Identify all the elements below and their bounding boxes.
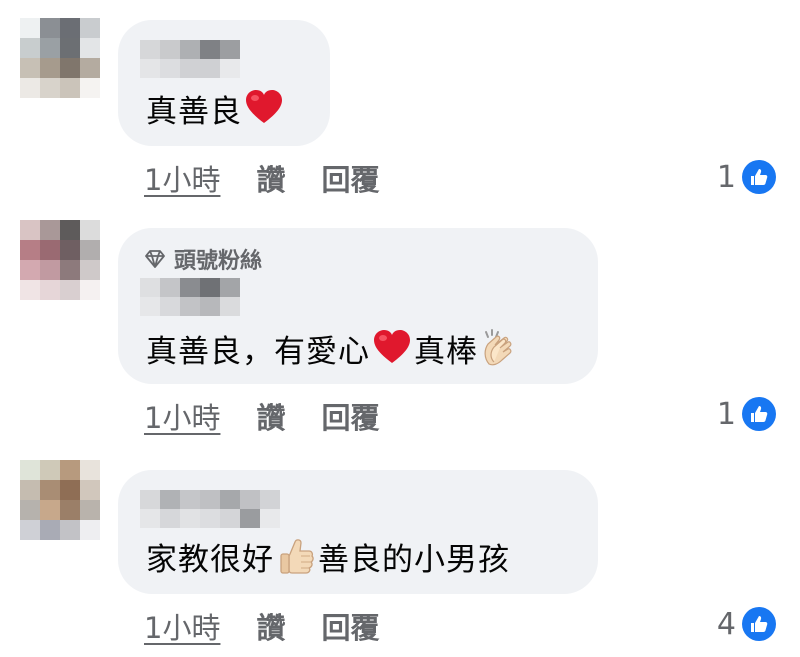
reaction-summary[interactable]: 1 — [717, 157, 776, 197]
author-name-blurred[interactable] — [140, 490, 280, 528]
reply-button[interactable]: 回覆 — [321, 157, 379, 199]
reply-button[interactable]: 回覆 — [321, 605, 379, 647]
top-fan-badge[interactable]: 頭號粉絲 — [144, 244, 262, 274]
comment-actions: 1小時 讚 回覆 — [144, 606, 379, 646]
like-button[interactable]: 讚 — [256, 157, 285, 199]
avatar[interactable] — [20, 220, 100, 300]
comment-text: 真善良，有愛心 真棒 — [146, 326, 522, 370]
thumbs-up-reaction-icon — [742, 160, 776, 194]
like-button[interactable]: 讚 — [256, 605, 285, 647]
clapping-hands-icon — [484, 329, 512, 366]
author-name-blurred[interactable] — [140, 278, 240, 316]
red-heart-icon — [246, 90, 282, 123]
reaction-count: 1 — [716, 159, 736, 195]
reaction-summary[interactable]: 4 — [717, 604, 776, 644]
comment-actions: 1小時 讚 回覆 — [144, 158, 379, 198]
thumbs-up-emoji-icon — [280, 539, 314, 574]
avatar[interactable] — [20, 460, 100, 540]
reaction-summary[interactable]: 1 — [717, 394, 776, 434]
thumbs-up-reaction-icon — [742, 397, 776, 431]
author-name-blurred[interactable] — [140, 40, 240, 78]
timestamp-link[interactable]: 1小時 — [144, 605, 220, 647]
reply-button[interactable]: 回覆 — [321, 395, 379, 437]
comment-actions: 1小時 讚 回覆 — [144, 396, 379, 436]
comment-bubble: 家教很好 善良的小男孩 — [118, 470, 598, 594]
diamond-icon — [145, 250, 165, 268]
comment-text: 真善良 — [146, 86, 286, 130]
comment-bubble: 頭號粉絲 真善良，有愛心 真棒 — [118, 228, 598, 384]
thumbs-up-reaction-icon — [742, 607, 776, 641]
timestamp-link[interactable]: 1小時 — [144, 395, 220, 437]
avatar[interactable] — [20, 18, 100, 98]
red-heart-icon — [374, 330, 410, 363]
reaction-count: 4 — [716, 606, 736, 642]
comment-bubble: 真善良 — [118, 20, 330, 146]
like-button[interactable]: 讚 — [256, 395, 285, 437]
timestamp-link[interactable]: 1小時 — [144, 157, 220, 199]
badge-label: 頭號粉絲 — [174, 249, 263, 274]
comment-text: 家教很好 善良的小男孩 — [146, 534, 510, 578]
reaction-count: 1 — [716, 396, 736, 432]
